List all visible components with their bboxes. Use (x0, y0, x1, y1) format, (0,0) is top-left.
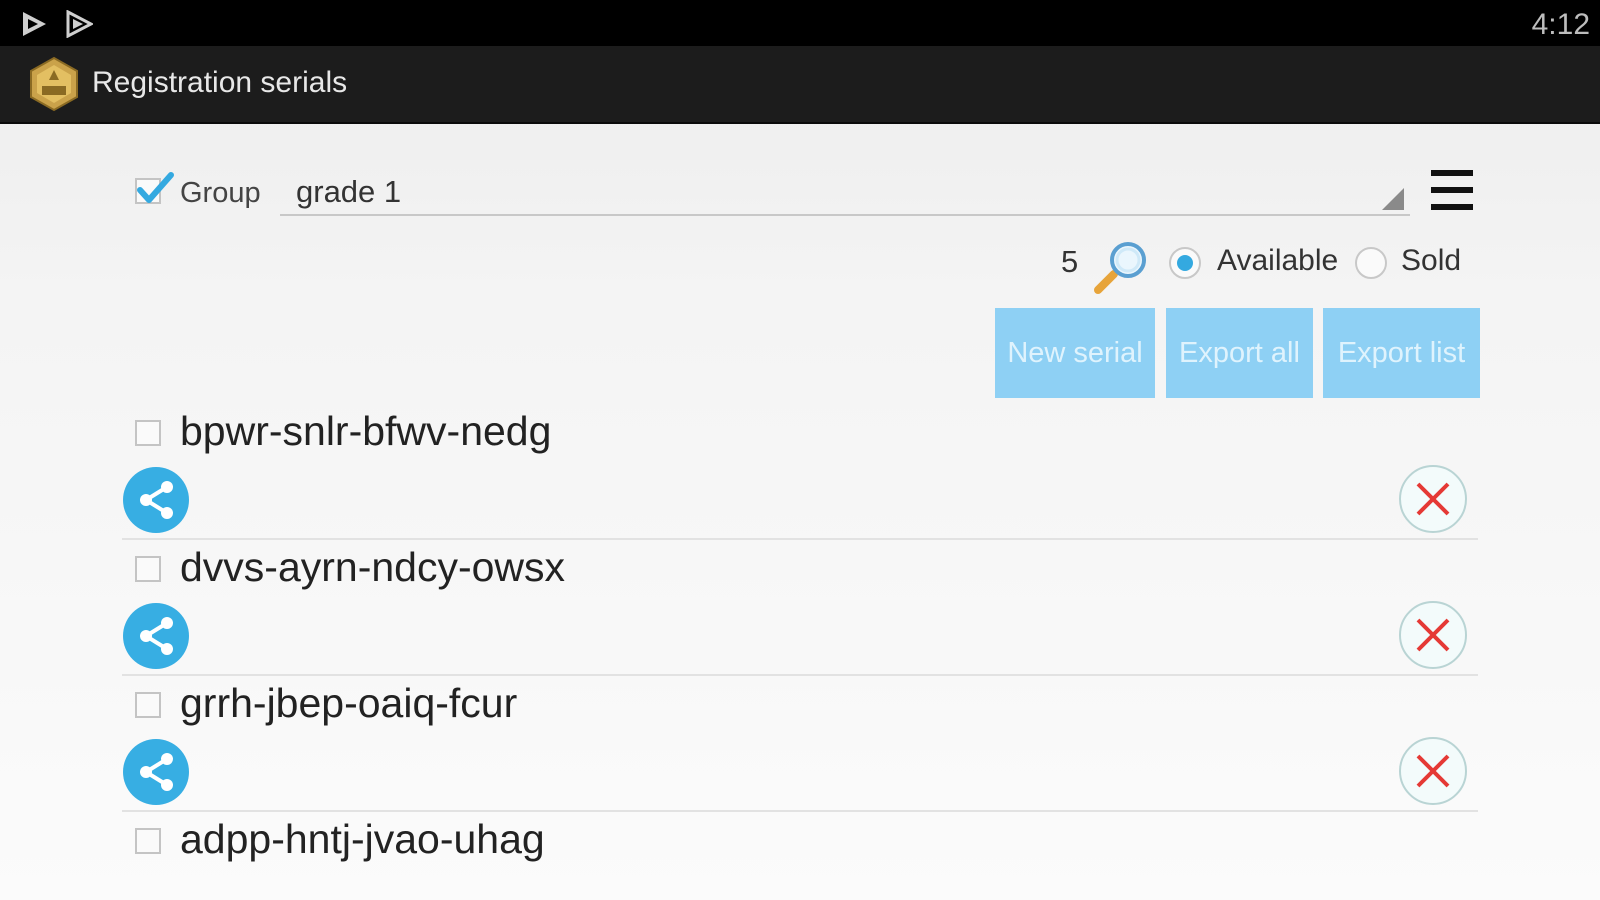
export-list-button[interactable]: Export list (1323, 308, 1480, 398)
delete-icon[interactable] (1398, 736, 1468, 806)
play-store-outline-icon (66, 10, 93, 38)
list-item: bpwr-snlr-bfwv-nedg (0, 406, 1600, 542)
available-label[interactable]: Available (1217, 244, 1338, 278)
group-label: Group (180, 177, 261, 209)
menu-icon[interactable] (1431, 170, 1473, 210)
delete-icon[interactable] (1398, 600, 1468, 670)
share-icon[interactable] (122, 466, 190, 534)
app-title: Registration serials (92, 66, 348, 99)
checkmark-icon (137, 172, 174, 203)
export-all-button[interactable]: Export all (1166, 308, 1313, 398)
group-selected-value: grade 1 (296, 174, 402, 209)
group-checkbox[interactable] (135, 172, 174, 204)
serial-code: bpwr-snlr-bfwv-nedg (180, 408, 552, 454)
delete-icon[interactable] (1398, 464, 1468, 534)
action-bar: Registration serials (0, 46, 1600, 124)
group-spinner[interactable]: grade 1 (280, 164, 1410, 216)
search-icon[interactable] (1090, 240, 1150, 298)
available-radio[interactable] (1169, 247, 1201, 279)
serial-checkbox[interactable] (135, 420, 161, 446)
spinner-arrow-icon (1382, 188, 1404, 210)
serial-code: dvvs-ayrn-ndcy-owsx (180, 544, 566, 590)
sold-radio[interactable] (1355, 247, 1387, 279)
row-divider (122, 538, 1478, 540)
list-item: dvvs-ayrn-ndcy-owsx (0, 542, 1600, 678)
share-icon[interactable] (122, 602, 190, 670)
serial-checkbox[interactable] (135, 692, 161, 718)
sold-label[interactable]: Sold (1401, 244, 1461, 278)
row-divider (122, 674, 1478, 676)
serial-code: adpp-hntj-jvao-uhag (180, 816, 545, 862)
list-item: adpp-hntj-jvao-uhag (0, 814, 1600, 900)
share-icon[interactable] (122, 738, 190, 806)
radio-selected-dot (1177, 255, 1193, 271)
play-store-icon (23, 12, 46, 36)
app-logo-icon[interactable] (28, 56, 80, 112)
status-bar: 4:12 (0, 0, 1600, 46)
serial-checkbox[interactable] (135, 828, 161, 854)
serial-count: 5 (1061, 244, 1079, 279)
new-serial-button[interactable]: New serial (995, 308, 1155, 398)
status-time: 4:12 (1531, 8, 1590, 41)
serial-checkbox[interactable] (135, 556, 161, 582)
list-item: grrh-jbep-oaiq-fcur (0, 678, 1600, 814)
row-divider (122, 810, 1478, 812)
serial-code: grrh-jbep-oaiq-fcur (180, 680, 518, 726)
